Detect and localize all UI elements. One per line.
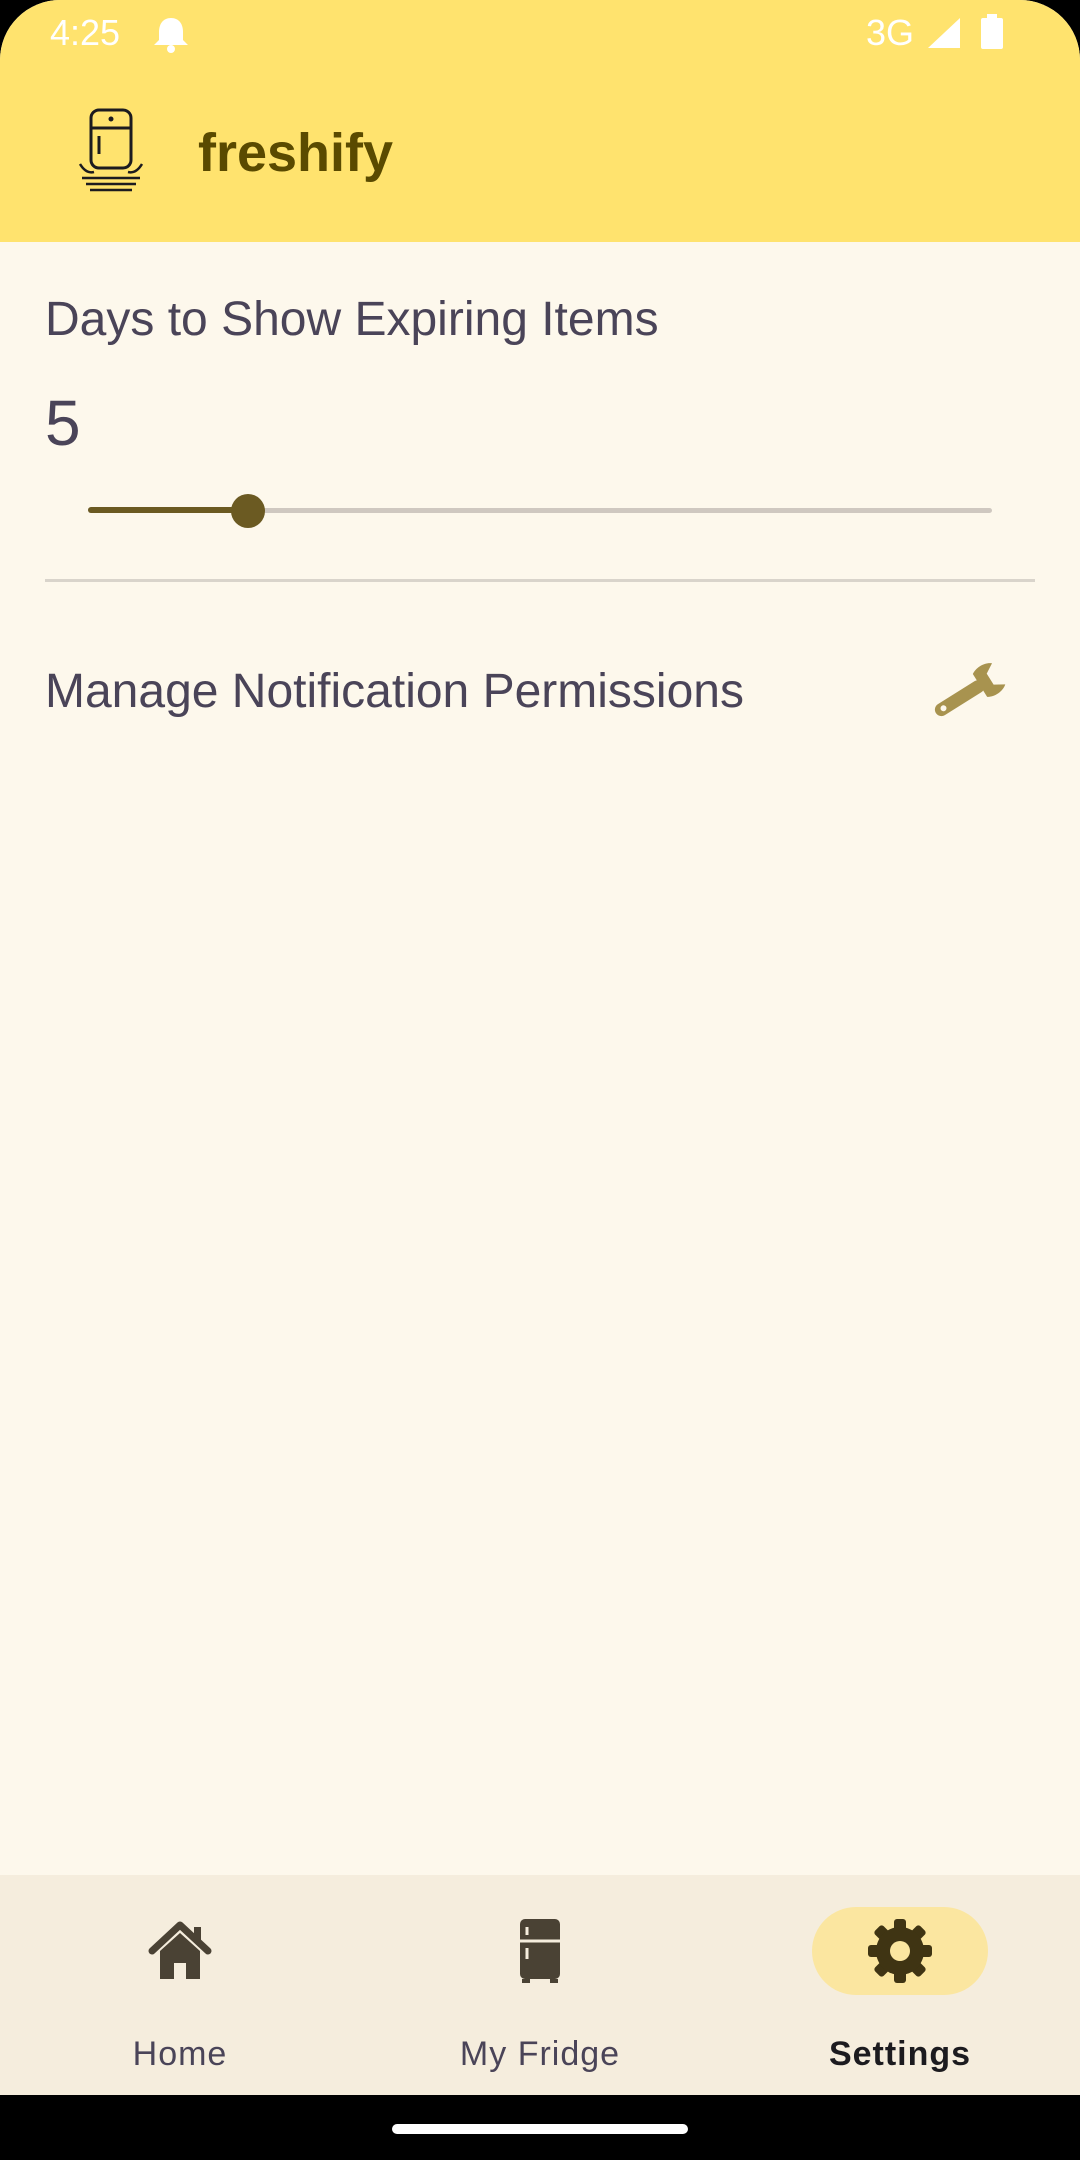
days-setting-value: 5 — [45, 387, 81, 459]
divider — [45, 579, 1035, 582]
gear-icon — [866, 1917, 934, 1990]
home-gesture-handle[interactable] — [392, 2124, 688, 2134]
slider-thumb[interactable] — [231, 494, 265, 528]
nav-settings[interactable]: Settings — [720, 1875, 1080, 2095]
notification-bell-icon — [150, 14, 192, 59]
days-setting-label: Days to Show Expiring Items — [45, 293, 659, 346]
days-slider[interactable] — [88, 480, 992, 540]
slider-active-track — [88, 507, 248, 513]
bottom-navigation: Home My Fridge Settings — [0, 1875, 1080, 2095]
signal-icon — [924, 16, 962, 55]
permissions-label: Manage Notification Permissions — [45, 665, 744, 718]
nav-my-fridge-label: My Fridge — [459, 2035, 621, 2073]
top-app-bar: 4:25 3G freshify — [0, 0, 1080, 242]
manage-notification-permissions-row[interactable]: Manage Notification Permissions — [0, 630, 1080, 760]
nav-my-fridge[interactable]: My Fridge — [360, 1875, 720, 2095]
screen: 4:25 3G freshify Days to Show Expiring I… — [0, 0, 1080, 2160]
fridge-icon — [506, 1917, 574, 1990]
wrench-icon[interactable] — [924, 660, 1010, 731]
network-type: 3G — [866, 12, 915, 53]
app-title: freshify — [198, 123, 394, 183]
fridge-logo-icon — [76, 106, 146, 201]
nav-home[interactable]: Home — [0, 1875, 360, 2095]
nav-settings-label: Settings — [828, 2035, 972, 2073]
gesture-navigation-bar — [0, 2095, 1080, 2160]
battery-icon — [980, 14, 1004, 55]
nav-home-label: Home — [132, 2035, 228, 2073]
status-time: 4:25 — [50, 12, 121, 53]
home-icon — [146, 1917, 214, 1990]
